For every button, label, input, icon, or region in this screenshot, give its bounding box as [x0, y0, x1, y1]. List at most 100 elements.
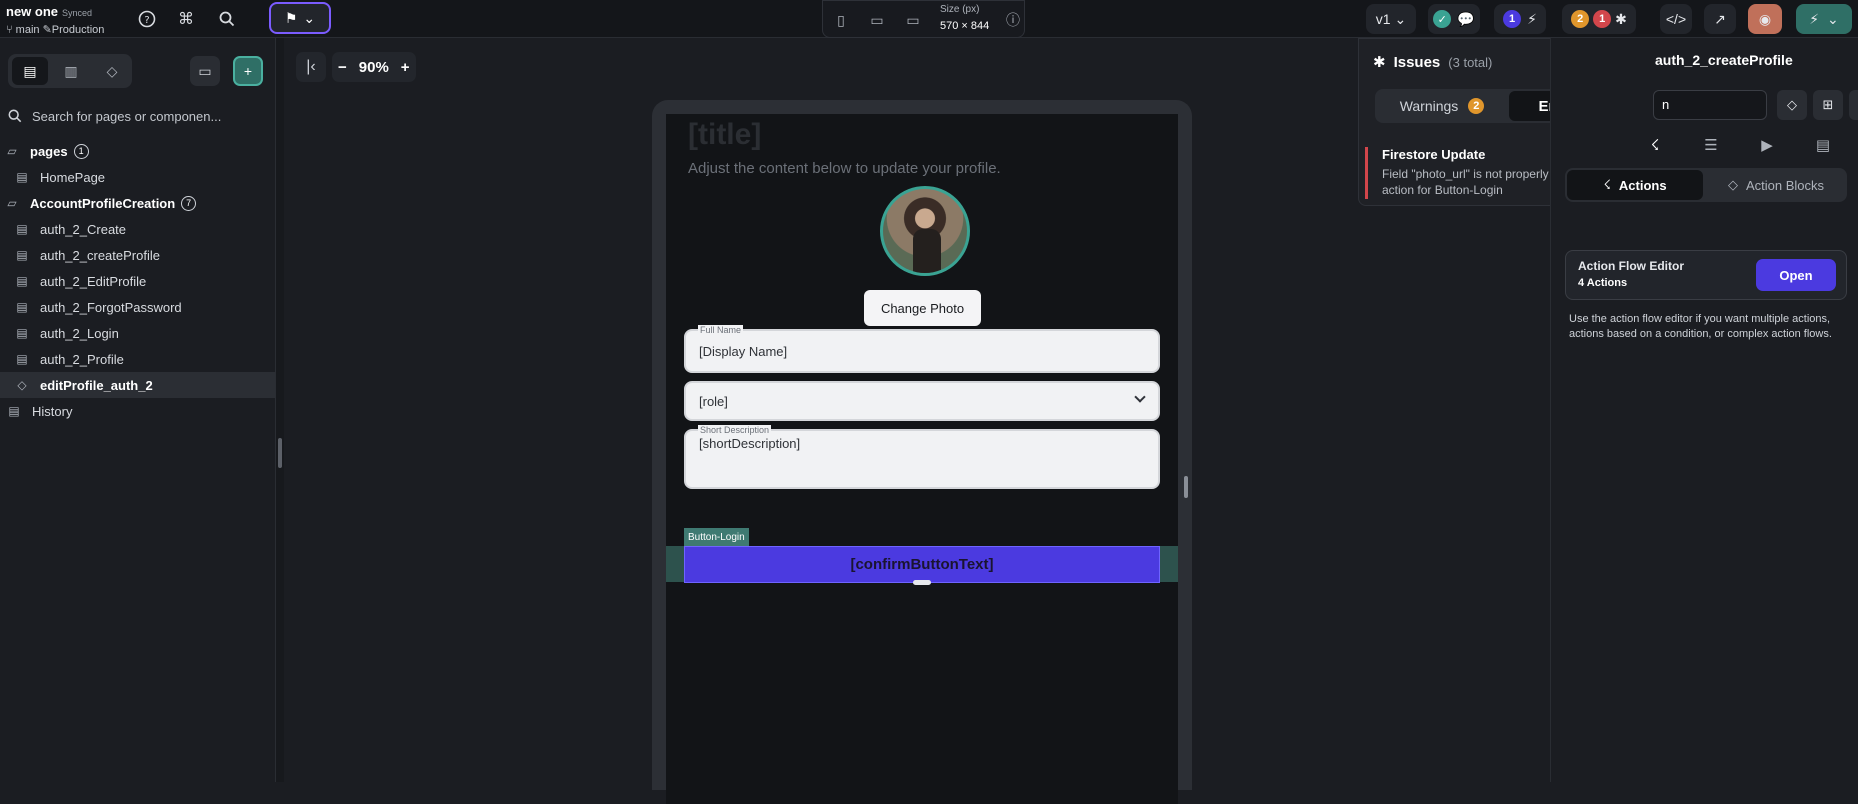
tablet-icon[interactable]: ▭	[867, 10, 887, 30]
actions-tab-icon[interactable]: ☇	[1627, 128, 1683, 162]
new-folder-button[interactable]: ▭	[190, 56, 220, 86]
add-page-button[interactable]: +	[233, 56, 263, 86]
action-sub-tabs: ☇ Actions ◇ Action Blocks	[1565, 168, 1847, 202]
folder-accountprofilecreation[interactable]: ▱ AccountProfileCreation 7	[0, 190, 275, 216]
issues-toggle[interactable]: 2 1 ✱	[1562, 4, 1636, 34]
tab-actions[interactable]: ☇ Actions	[1567, 170, 1703, 200]
zoom-level[interactable]: 90%	[359, 59, 389, 76]
confirm-button[interactable]: [confirmButtonText]	[684, 546, 1160, 583]
size-label: Size (px)	[940, 4, 980, 15]
issues-title: Issues	[1393, 53, 1441, 71]
bug-icon: ✱	[1615, 10, 1627, 27]
sidebar-item-auth-2-create[interactable]: ▤ auth_2_Create	[0, 216, 275, 242]
diamond-icon[interactable]: ◇	[1777, 90, 1807, 120]
preview-eye-icon[interactable]: ◉	[1748, 4, 1782, 34]
sidebar-item-history[interactable]: ▤ History	[0, 398, 275, 424]
size-value[interactable]: 570 × 844	[940, 20, 989, 32]
issues-header: ✱ Issues (3 total)	[1373, 53, 1492, 72]
sidebar-item-label: auth_2_Profile	[40, 351, 124, 367]
sidebar-item-editprofile-auth-2[interactable]: ◇ editProfile_auth_2	[0, 372, 275, 398]
page-subtitle[interactable]: Adjust the content below to update your …	[688, 160, 1001, 177]
avatar[interactable]	[880, 186, 970, 276]
version-selector[interactable]: v1 ⌄	[1366, 4, 1416, 34]
lightning-icon: ⚡	[1527, 10, 1537, 27]
phone-icon[interactable]: ▯	[831, 10, 851, 30]
pencil-icon: ✎	[42, 24, 52, 36]
project-info[interactable]: new one Synced ⑂ main ✎Production	[6, 3, 104, 36]
play-tab-icon[interactable]: ▶	[1739, 128, 1795, 162]
sidebar-item-auth-2-forgotpassword[interactable]: ▤ auth_2_ForgotPassword	[0, 294, 275, 320]
command-icon[interactable]: ⌘	[174, 7, 198, 31]
field-value: [Display Name]	[699, 344, 788, 359]
properties-panel: auth_2_createProfile n ◇ ⊞ ⚑ ☇ ☰ ▶ ▤ ☇ A…	[1550, 38, 1858, 782]
search-icon[interactable]	[215, 7, 239, 31]
branch-name: main	[15, 24, 40, 36]
collapse-sidebar-icon[interactable]: |‹	[296, 52, 326, 82]
page-icon: ▤	[16, 352, 28, 366]
info-icon[interactable]: ⓘ	[1003, 10, 1023, 30]
sidebar-resize-handle[interactable]	[276, 38, 284, 782]
folder-icon: ▱	[7, 144, 17, 158]
page-icon: ▤	[16, 248, 28, 262]
sidebar-item-homepage[interactable]: ▤ HomePage	[0, 164, 275, 190]
sidebar-item-label: auth_2_createProfile	[40, 247, 160, 263]
components-tab-icon[interactable]: ▥	[53, 57, 89, 85]
error-count-badge: 1	[1593, 10, 1612, 28]
sidebar-item-label: auth_2_EditProfile	[40, 273, 147, 289]
open-action-flow-button[interactable]: Open	[1756, 259, 1836, 291]
sidebar-item-auth-2-createprofile[interactable]: ▤ auth_2_createProfile	[0, 242, 275, 268]
flutterflow-menu-button[interactable]: ⚑ ⌄	[269, 2, 331, 34]
sidebar-item-auth-2-editprofile[interactable]: ▤ auth_2_EditProfile	[0, 268, 275, 294]
resize-grip[interactable]	[278, 438, 282, 468]
folder-pages[interactable]: ▱ pages 1	[0, 138, 275, 164]
page-title[interactable]: [title]	[688, 118, 761, 152]
sidebar-tabs: ▤ ▥ ◇	[8, 54, 132, 88]
help-icon[interactable]: ?	[135, 7, 159, 31]
field-value: [role]	[699, 394, 728, 409]
status-group[interactable]: ✓ 💬	[1428, 4, 1480, 34]
navigation-sidebar: ▤ ▥ ◇ ▭ + Search for pages or componen..…	[0, 38, 276, 782]
role-dropdown[interactable]: [role]	[684, 381, 1160, 421]
bug-icon: ✱	[1373, 54, 1386, 71]
sidebar-item-auth-2-login[interactable]: ▤ auth_2_Login	[0, 320, 275, 346]
zoom-controls: |‹ − 90% +	[296, 52, 416, 82]
chat-icon: 💬	[1457, 10, 1475, 27]
page-search[interactable]: Search for pages or componen...	[0, 102, 275, 130]
warnings-count: 2	[1468, 98, 1485, 114]
sidebar-item-label: auth_2_Create	[40, 221, 127, 237]
tab-action-blocks[interactable]: ◇ Action Blocks	[1707, 170, 1845, 200]
run-menu-button[interactable]: ⚡ ⌄	[1796, 4, 1852, 34]
page-icon: ▤	[16, 222, 28, 236]
diamond-tab-icon[interactable]: ◇	[94, 57, 130, 85]
documentation-tab-icon[interactable]: ▤	[1795, 128, 1851, 162]
field-value: [shortDescription]	[699, 436, 801, 451]
pages-tab-icon[interactable]: ▤	[12, 57, 48, 85]
short-description-field[interactable]: Short Description [shortDescription]	[684, 425, 1160, 489]
resize-grip[interactable]	[913, 580, 931, 585]
code-icon[interactable]: </>	[1660, 4, 1692, 34]
action-flow-icon: ☇	[1603, 177, 1611, 192]
tab-warnings[interactable]: Warnings 2	[1377, 91, 1507, 121]
search-input[interactable]: Search for pages or componen...	[32, 109, 221, 124]
flutterflow-icon[interactable]: ⚑	[1849, 90, 1858, 120]
open-external-icon[interactable]: ↗	[1704, 4, 1736, 34]
folder-label: pages	[30, 143, 68, 159]
chevron-down-icon: ⌄	[303, 9, 316, 26]
change-photo-button[interactable]: Change Photo	[864, 290, 981, 326]
chevron-down-icon: ⌄	[1827, 10, 1839, 27]
property-tabs: ☇ ☰ ▶ ▤	[1565, 128, 1847, 162]
full-name-field[interactable]: Full Name [Display Name]	[684, 325, 1160, 373]
branch-icon: ⑂	[6, 24, 13, 36]
folder-count: 7	[181, 195, 197, 211]
sidebar-item-auth-2-profile[interactable]: ▤ auth_2_Profile	[0, 346, 275, 372]
zoom-pill: − 90% +	[332, 52, 416, 82]
notifications-group[interactable]: 1 ⚡	[1494, 4, 1546, 34]
zoom-out-icon[interactable]: −	[338, 59, 347, 76]
desktop-icon[interactable]: ▭	[903, 10, 923, 30]
widget-name-input[interactable]: n	[1653, 90, 1767, 120]
zoom-in-icon[interactable]: +	[401, 59, 410, 76]
backend-query-tab-icon[interactable]: ☰	[1683, 128, 1739, 162]
device-resize-handle[interactable]	[1184, 476, 1188, 498]
page-preview[interactable]: [title] Adjust the content below to upda…	[666, 114, 1178, 804]
add-block-icon[interactable]: ⊞	[1813, 90, 1843, 120]
